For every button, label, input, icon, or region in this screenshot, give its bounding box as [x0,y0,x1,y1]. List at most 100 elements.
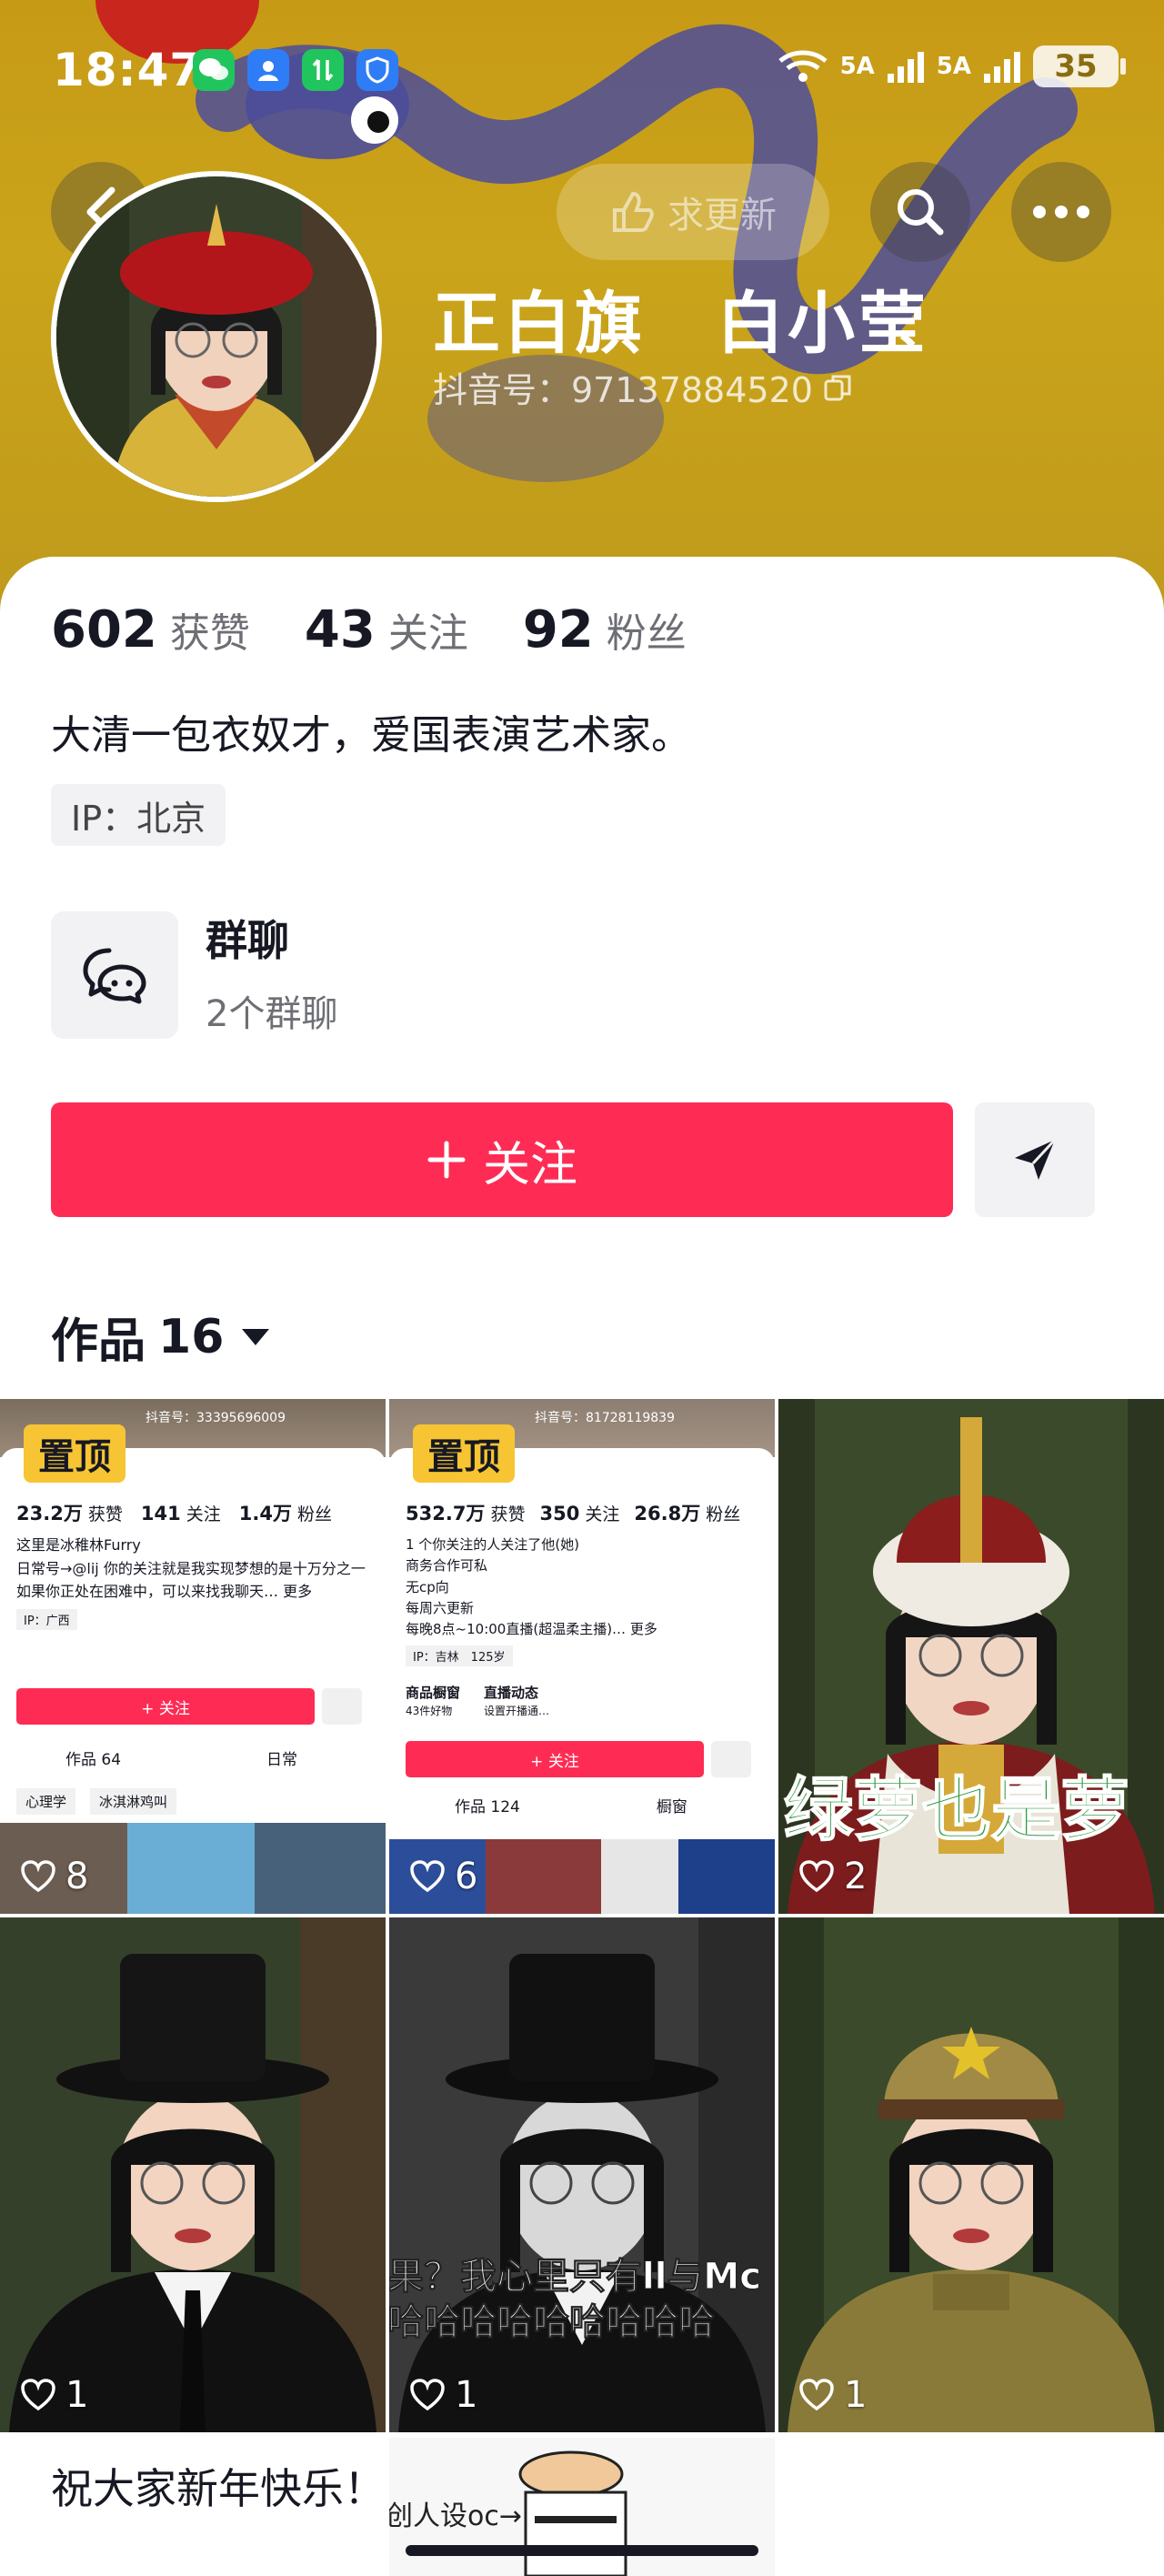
group-chat-count: 2个群聊 [206,993,338,1035]
video-tile-5[interactable]: 果？我心里只有ll与Mc 哈哈哈哈哈哈哈哈哈 1 [389,1917,775,2432]
stat-likes-label: 获赞 [169,610,250,657]
profile-avatar[interactable] [51,171,382,502]
home-indicator[interactable] [406,2545,758,2556]
tile-2-mini-stat-1-value: 532.7万 [406,1503,486,1524]
tile-6-likes: 1 [798,2374,867,2416]
video-tile-1[interactable]: 抖音号：33395696009 23.2万 获赞 141 关注 1.4万 粉丝 … [0,1399,386,1914]
plus-icon [427,1141,466,1179]
profile-name: 正白旗 白小莹 [433,285,929,363]
tile-1-mini-ip: IP：广西 [16,1608,77,1630]
tile-2-mini-live: 直播动态设置开播通… [484,1683,549,1718]
tile-2-mini-live-label: 直播动态 [484,1685,539,1701]
video-tile-4[interactable]: 1 [0,1917,386,2432]
pinned-badge-2: 置顶 [413,1424,515,1483]
tile-2-mini-bio-5: 每晚8点~10:00直播(超温柔主播)… 更多 [406,1621,657,1637]
status-app-icons [193,49,398,91]
tile-4-likes: 1 [20,2374,88,2416]
tile-2-mini-bio-3: 无cp向 [406,1578,449,1595]
next-video-caption[interactable]: 祝大家新年快乐！ [51,2456,386,2516]
tile-1-mini-tab-2: 日常 [266,1751,298,1769]
tile-2-mini-tabs: 作品 124 橱窗 [455,1794,687,1816]
tile-2-mini-stat-2-label: 关注 [585,1504,620,1524]
request-update-button[interactable]: 求更新 [557,164,829,260]
status-right-cluster: 5A 5A 35 [777,45,1126,87]
tile-1-mini-chip-1: 心理学 [16,1788,76,1815]
signal-icon-2 [984,52,1020,83]
tile-3-thumbnail: 绿萝也是萝 [778,1399,1164,1914]
more-dots-icon [1033,206,1089,218]
network-type-1: 5A [839,53,875,80]
tile-5-overlay-text: 果？我心里只有ll与Mc [389,2256,761,2298]
tile-4-thumbnail [0,1917,386,2432]
group-chat-title[interactable]: 群聊 [206,908,289,968]
heart-icon [799,2379,834,2411]
tile-6-likes-count: 1 [844,2374,868,2416]
follow-button[interactable]: 关注 [51,1102,953,1217]
stat-following[interactable]: 43 关注 [305,600,468,659]
next-video-caption-2: 创人设oc→ [389,2501,522,2532]
group-chat-button[interactable] [51,911,178,1039]
works-count: 16 [158,1309,225,1364]
profile-bio: 大清一包衣奴才，爱国表演艺术家。 [51,712,691,759]
works-tab[interactable]: 作品 16 [51,1303,270,1371]
signal-icon [887,52,924,83]
tile-2-mini-bio-4: 每周六更新 [406,1599,475,1616]
video-tile-2[interactable]: 抖音号：81728119839 532.7万 获赞 350 关注 26.8万 粉… [389,1399,775,1914]
tile-1-mini-stat-1-label: 获赞 [87,1504,123,1524]
paper-plane-icon [1015,1138,1057,1180]
tile-1-mini-stats: 23.2万 获赞 141 关注 1.4万 粉丝 [16,1499,369,1526]
stat-followers[interactable]: 92 粉丝 [523,600,687,659]
tile-2-mini-stat-3-value: 26.8万 [634,1503,701,1524]
tile-2-mini-stats: 532.7万 获赞 350 关注 26.8万 粉丝 [406,1499,758,1526]
video-tile-6[interactable]: 1 [778,1917,1164,2432]
douyin-id[interactable]: 抖音号：97137884520 [433,362,853,412]
tile-1-likes-count: 8 [65,1856,89,1897]
tile-2-mini-shop: 商品橱窗 43件好物 [406,1683,460,1718]
tile-2-mini-share [711,1741,751,1777]
works-tab-label: 作品 [51,1314,146,1369]
tile-2-mini-id: 抖音号：81728119839 [535,1411,675,1425]
tile-2-mini-bio-1: 1 个你关注的人关注了他(她) [406,1536,580,1553]
send-message-button[interactable] [975,1102,1095,1217]
wechat-icon [193,49,235,91]
tile-2-likes-count: 6 [455,1856,478,1897]
tile-2-mini-stat-2-value: 350 [539,1503,580,1524]
tile-1-mini-share [322,1688,362,1725]
more-options-button[interactable] [1011,162,1111,262]
tile-5-thumbnail: 果？我心里只有ll与Mc 哈哈哈哈哈哈哈哈哈 [389,1917,775,2432]
tile-2-mini-stat-3-label: 粉丝 [706,1504,741,1524]
search-button[interactable] [870,162,970,262]
heart-icon [21,2379,55,2411]
tile-5-likes: 1 [409,2374,477,2416]
tile-1-mini-bio-3: 如果你正处在困难中，可以来找我聊天… 更多 [16,1583,313,1601]
tile-5-likes-count: 1 [455,2374,478,2416]
tile-1-mini-stat-2-label: 关注 [186,1504,221,1524]
tile-1-mini-bio-1: 这里是冰稚林Furry [16,1536,141,1554]
battery-indicator: 35 [1033,45,1126,87]
ip-location-tag: IP：北京 [51,784,226,846]
tile-6-thumbnail [778,1917,1164,2432]
tile-2-mini-follow: + 关注 [406,1741,704,1777]
tile-2-mini-tab-2: 橱窗 [656,1798,687,1816]
wifi-icon [778,50,828,82]
video-tile-3[interactable]: 绿萝也是萝 2 [778,1399,1164,1914]
data-transfer-icon [302,49,344,91]
tile-3-overlay-text: 绿萝也是萝 [784,1769,1129,1850]
shield-icon [356,49,398,91]
tile-1-mini-stat-3-label: 粉丝 [297,1504,333,1524]
tile-1-mini-follow: + 关注 [16,1688,315,1725]
tile-4-likes-count: 1 [65,2374,89,2416]
stat-likes[interactable]: 602 获赞 [51,600,250,659]
group-chat-icon [83,948,146,1004]
tile-1-mini-stat-1-value: 23.2万 [16,1503,83,1524]
network-type-2: 5A [936,53,971,80]
tile-2-mini-live-sub: 设置开播通… [484,1705,550,1717]
profile-header: 18:47 5A 5A 35 求更新 正白旗 白小莹 抖音号：971378845… [0,0,1164,637]
stat-followers-value: 92 [522,600,594,659]
account-icon [247,49,289,91]
tile-3-likes-count: 2 [844,1856,868,1897]
tile-2-likes: 6 [409,1856,477,1897]
tile-1-mini-tabs: 作品 64 日常 [65,1746,297,1769]
tile-2-mini-bio-2: 商务合作可私 [406,1557,488,1575]
copy-icon[interactable] [822,372,853,403]
